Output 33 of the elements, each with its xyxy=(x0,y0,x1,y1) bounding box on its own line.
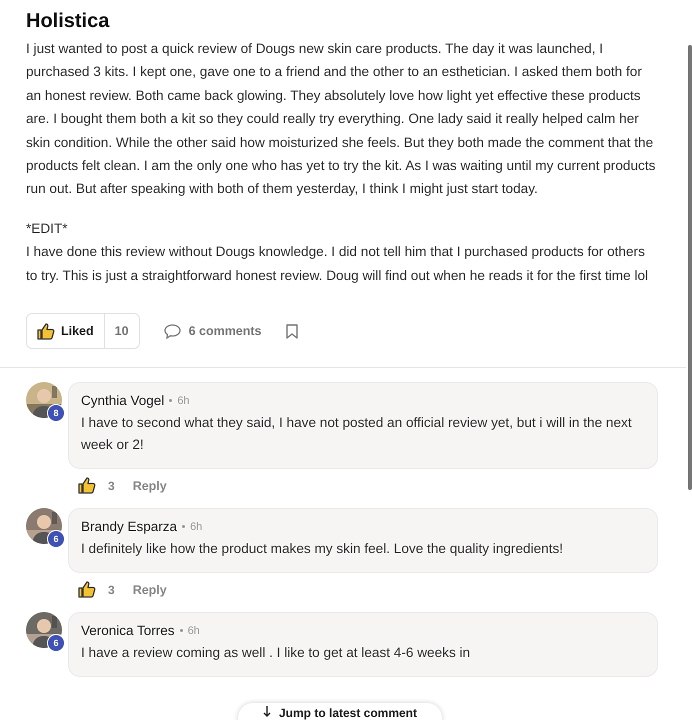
comment-time: 6h xyxy=(188,624,200,637)
thumbs-up-icon xyxy=(78,477,96,494)
post-text: I just wanted to post a quick review of Dougs new skin care products. The day it was launched, I purchased 3 kits. I kept one, gave one to a friend and the other to an esthetician. I asked them both for an honest review. Both came back glowing. They absolutely love how light yet effective these products are. I bought them both a kit so they could really try everything. One lady said it really helped calm her skin condition. While the other said how moisturized she feels. But they both made the comment that the products felt clean. I am the only one who has yet to try the kit. As I was waiting until my current products run out. But after speaking with both of them yesterday, I think I might just start today. xyxy=(26,40,656,198)
level-badge: 6 xyxy=(47,530,65,548)
post-text: *EDIT* I have done this review without Dougs knowledge. I did not tell him that I purchased products for others to try. This is just a straightforward honest review. Doug will find out when he reads it for the first time lol xyxy=(26,220,650,285)
thumbs-up-icon xyxy=(37,322,55,340)
comment-time: 6h xyxy=(190,520,202,533)
jump-button[interactable]: Jump to latest comment xyxy=(238,703,442,720)
arrow-down-icon xyxy=(262,706,271,718)
reply-button[interactable]: Reply xyxy=(126,582,167,597)
separator-dot xyxy=(182,525,186,528)
scrollbar[interactable] xyxy=(688,45,692,490)
commenter-name[interactable]: Veronica Torres xyxy=(81,623,175,638)
comment-text: I definitely like how the product makes my skin feel. Love the quality ingredients! xyxy=(81,540,564,558)
commenter-name[interactable]: Cynthia Vogel xyxy=(81,393,164,408)
separator-dot xyxy=(180,629,183,632)
comment-time: 6h xyxy=(177,394,190,407)
comments-button[interactable]: 6 comments xyxy=(164,324,262,339)
separator-dot xyxy=(169,399,172,402)
comment-text: I have to second what they said, I have not posted an official review yet, but i will in the next week or 2! xyxy=(81,414,633,454)
like-count: 3 xyxy=(108,582,115,597)
bookmark-icon[interactable] xyxy=(286,324,298,339)
like-button[interactable]: Liked xyxy=(27,314,105,348)
like-count: 10 xyxy=(114,323,130,340)
comment-text: I have a review coming as well . I like to get at least 4-6 weeks in xyxy=(81,644,472,662)
level-badge: 8 xyxy=(47,404,65,422)
thumbs-up-icon xyxy=(78,581,96,598)
post-author: Holistica xyxy=(26,10,110,33)
comment-icon xyxy=(164,324,181,339)
commenter-name[interactable]: Brandy Esparza xyxy=(81,519,178,534)
reply-button[interactable]: Reply xyxy=(126,478,167,493)
like-count: 3 xyxy=(108,478,115,493)
level-badge: 6 xyxy=(47,634,65,652)
